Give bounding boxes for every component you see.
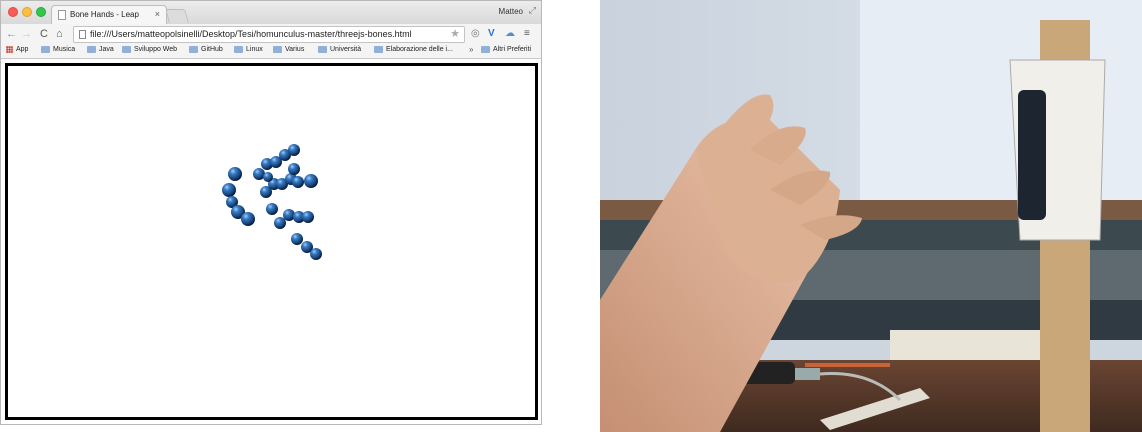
bone-joint-sphere (292, 176, 304, 188)
home-button[interactable]: ⌂ (56, 27, 63, 41)
browser-toolbar: ← → C ⌂ file:///Users/matteopolsinelli/D… (1, 24, 541, 45)
bone-joint-sphere (302, 211, 314, 223)
close-window-button[interactable] (8, 7, 18, 17)
title-bar: Bone Hands - Leap × Matteo ⤢ (1, 1, 541, 24)
bookmark-folder[interactable]: Java (87, 46, 114, 53)
bookmark-folder[interactable]: Musica (41, 46, 75, 53)
folder-icon (374, 46, 383, 53)
forward-button[interactable]: → (21, 27, 32, 41)
folder-icon (318, 46, 327, 53)
folder-icon (189, 46, 198, 53)
bone-joint-sphere (266, 203, 278, 215)
reload-button[interactable]: C (40, 27, 48, 41)
file-icon (79, 30, 86, 39)
usb-connector (795, 368, 820, 380)
folder-icon (273, 46, 282, 53)
page-content (1, 59, 541, 424)
bone-joint-sphere (274, 217, 286, 229)
folder-icon (122, 46, 131, 53)
bookmark-folder[interactable]: Varius (273, 46, 304, 53)
browser-tab[interactable]: Bone Hands - Leap × (51, 5, 167, 24)
bookmarks-bar: App Musica Java Sviluppo Web GitHub Linu… (1, 45, 541, 59)
extension-icon[interactable]: ◎ (471, 27, 480, 41)
bone-joints-group (222, 144, 322, 260)
bookmark-folder[interactable]: Università (318, 46, 361, 53)
apps-icon (6, 46, 13, 53)
webgl-canvas[interactable] (5, 63, 538, 420)
address-bar[interactable]: file:///Users/matteopolsinelli/Desktop/T… (73, 26, 465, 43)
bookmark-other[interactable]: Altri Preferiti (481, 46, 531, 53)
bone-joint-sphere (288, 144, 300, 156)
folder-icon (87, 46, 96, 53)
bookmark-folder[interactable]: Linux (234, 46, 263, 53)
new-tab-button[interactable] (165, 9, 189, 23)
fullscreen-icon[interactable]: ⤢ (529, 5, 536, 16)
more-bookmarks-chevron-icon[interactable]: » (469, 45, 473, 54)
bookmark-apps[interactable]: App (6, 46, 28, 53)
bookmark-folder[interactable]: GitHub (189, 46, 223, 53)
extension-v-icon[interactable]: V (488, 27, 495, 41)
cloud-icon[interactable]: ☁ (505, 27, 515, 41)
bone-joint-sphere (304, 174, 318, 188)
bone-joint-sphere (310, 248, 322, 260)
hand-skeleton-render (222, 144, 322, 260)
bone-joint-sphere (228, 167, 242, 181)
maximize-window-button[interactable] (36, 7, 46, 17)
folder-icon (41, 46, 50, 53)
page-icon (58, 10, 66, 20)
back-button[interactable]: ← (6, 27, 17, 41)
bone-joint-sphere (222, 183, 236, 197)
mounted-sensor (1018, 90, 1046, 220)
url-text[interactable]: file:///Users/matteopolsinelli/Desktop/T… (90, 29, 412, 39)
minimize-window-button[interactable] (22, 7, 32, 17)
composite-figure: Bone Hands - Leap × Matteo ⤢ ← → C ⌂ fil… (0, 0, 1142, 432)
bone-joint-sphere (291, 233, 303, 245)
bookmark-folder[interactable]: Elaborazione delle i... (374, 46, 453, 53)
bone-joint-sphere (263, 172, 273, 182)
profile-name[interactable]: Matteo (499, 7, 523, 16)
browser-window: Bone Hands - Leap × Matteo ⤢ ← → C ⌂ fil… (0, 0, 542, 425)
bookmark-folder[interactable]: Sviluppo Web (122, 46, 177, 53)
folder-icon (234, 46, 243, 53)
bone-joint-sphere (288, 163, 300, 175)
hand-photo (600, 0, 1142, 432)
menu-icon[interactable]: ≡ (524, 27, 530, 41)
bone-joint-sphere (241, 212, 255, 226)
bookmark-star-icon[interactable]: ★ (450, 27, 460, 40)
tab-close-icon[interactable]: × (155, 9, 160, 19)
tab-title: Bone Hands - Leap (70, 10, 139, 19)
folder-icon (481, 46, 490, 53)
photo-illustration (600, 0, 1142, 432)
bone-joint-sphere (283, 209, 295, 221)
